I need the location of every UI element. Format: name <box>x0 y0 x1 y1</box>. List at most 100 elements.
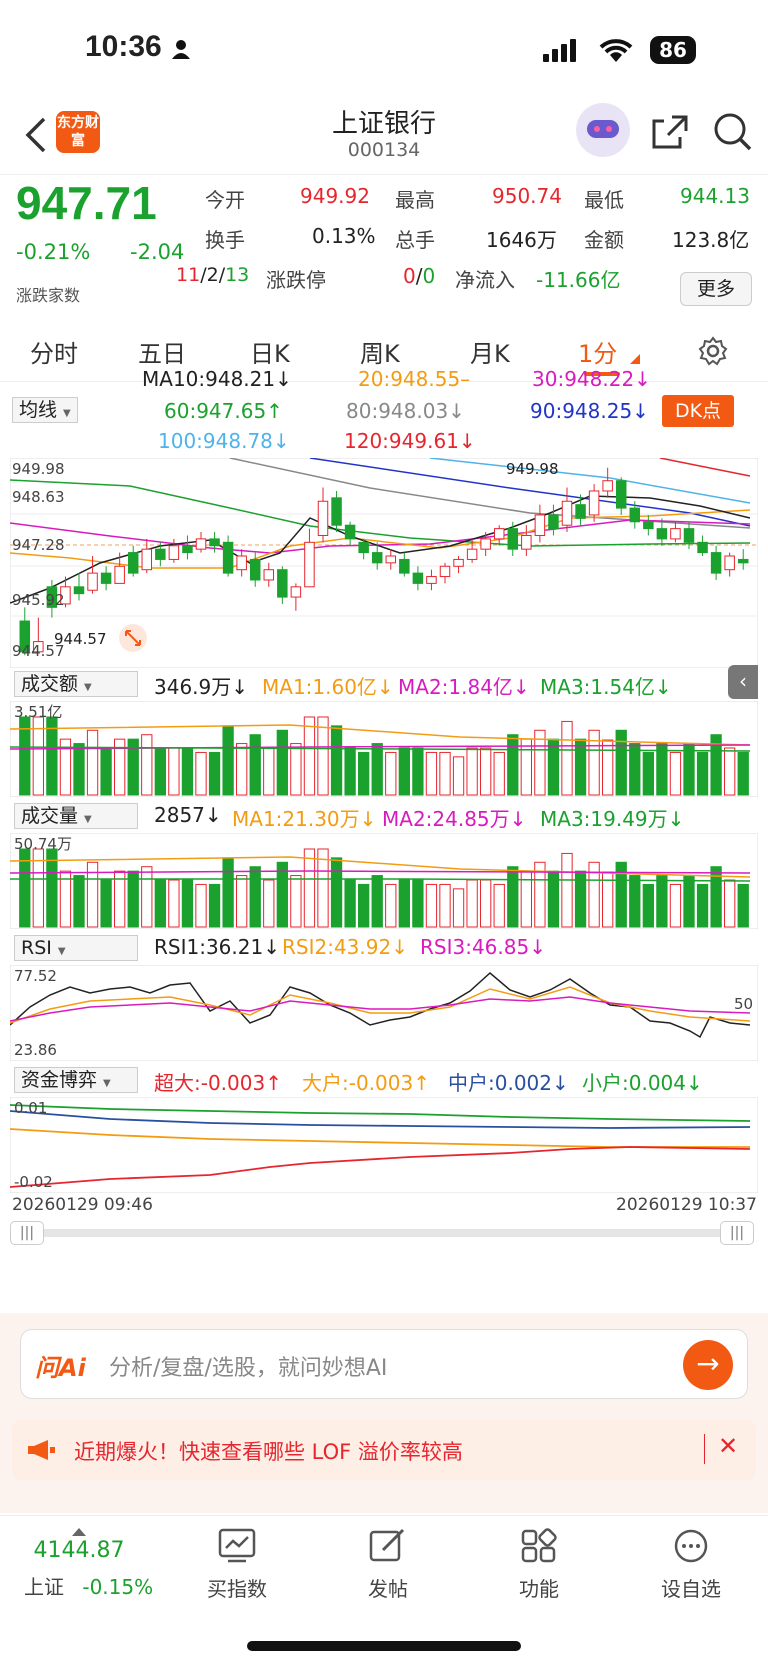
amount-ma2: MA2:1.84亿↓ <box>398 675 530 699</box>
candle <box>358 541 369 554</box>
rsi-chart[interactable]: 77.52 23.86 50 <box>10 965 758 1061</box>
ma90-label: 90:948.25↓ <box>530 399 649 423</box>
time-axis-start: 20260129 09:46 <box>12 1195 153 1215</box>
breadth-flat: 2 <box>206 264 219 286</box>
volume-bar <box>290 875 302 928</box>
low-label: 最低 <box>584 188 624 212</box>
rsi3-label: RSI3:46.85↓ <box>420 935 546 959</box>
amount-bar <box>73 743 85 796</box>
tab-intraday[interactable]: 分时 <box>30 334 78 369</box>
open-label: 今开 <box>205 188 245 212</box>
volume-bar <box>249 866 261 928</box>
candle <box>331 497 342 526</box>
volume-bar <box>683 875 695 928</box>
nav-function[interactable]: 功能 <box>484 1528 594 1602</box>
index-quote[interactable]: 4144.87 上证 -0.15% <box>24 1528 153 1600</box>
limit-up: 0 <box>403 264 416 288</box>
candle <box>304 541 315 588</box>
candle <box>168 545 180 560</box>
ma120-label: 120:949.61↓ <box>344 429 476 453</box>
close-icon[interactable]: ✕ <box>718 1432 738 1460</box>
volume-chart[interactable]: 50.74万 <box>10 833 758 929</box>
grid-icon <box>521 1528 557 1563</box>
ai-submit-button[interactable]: → <box>683 1340 733 1390</box>
candle <box>670 528 681 540</box>
change-percent: -0.21% <box>16 240 91 264</box>
volume-selector[interactable]: 成交量 ▼ <box>14 803 138 829</box>
fund-selector[interactable]: 资金博弈 ▼ <box>14 1067 138 1093</box>
volume-bar <box>385 883 397 928</box>
ai-assistant-icon[interactable] <box>576 103 630 157</box>
ma30-label: 30:948.22↓ <box>532 367 651 391</box>
amount-bar <box>249 734 261 796</box>
signal-icon <box>543 39 576 62</box>
amount-chart[interactable]: 3.51亿 <box>10 701 758 797</box>
tab-monthly[interactable]: 月K <box>470 334 510 369</box>
nav-add-watchlist[interactable]: 设自选 <box>636 1528 746 1602</box>
candle <box>602 480 613 492</box>
nav-buy-index[interactable]: 买指数 <box>182 1528 292 1602</box>
volume-bar <box>371 875 383 928</box>
settings-icon[interactable] <box>698 336 728 366</box>
rsi-axis-bottom: 23.86 <box>14 1041 57 1059</box>
ma-selector[interactable]: 均线 ▼ <box>12 397 78 423</box>
nav-function-label: 功能 <box>519 1577 559 1601</box>
amount-bar <box>195 751 207 796</box>
volume-bar <box>412 879 424 928</box>
limit-down: 0 <box>422 264 436 288</box>
more-button[interactable]: 更多 <box>680 272 752 306</box>
breadth-down: 13 <box>225 264 250 286</box>
candle <box>155 548 166 560</box>
volume-bar <box>263 879 275 928</box>
high-label: 最高 <box>395 188 435 212</box>
fund-small: 小户:0.004↓ <box>582 1071 703 1095</box>
volume-bar <box>669 883 682 928</box>
tab-1min[interactable]: 1分 <box>578 334 617 369</box>
candle <box>724 555 735 571</box>
amount-bar <box>290 743 302 796</box>
tab-weekly[interactable]: 周K <box>360 334 400 369</box>
chart-scrollbar[interactable] <box>14 1229 754 1237</box>
collapse-tab[interactable]: ‹ <box>728 665 758 699</box>
amount-bar <box>276 729 288 796</box>
breadth-up: 11 <box>176 264 201 286</box>
app-logo[interactable]: 东方财富 <box>56 111 100 153</box>
fund-chart[interactable]: 0.01 -0.02 <box>10 1097 758 1193</box>
amount-bar <box>696 751 709 796</box>
kline-chart[interactable]: 949.98 948.63 947.28 945.92 944.57 949.9… <box>10 458 758 668</box>
amount-bar <box>547 738 560 796</box>
chevron-down-icon: ▼ <box>103 1078 111 1089</box>
limit-label: 涨跌停 <box>266 268 326 292</box>
candle <box>426 576 437 584</box>
amount-selector[interactable]: 成交额 ▼ <box>14 671 138 697</box>
dk-button[interactable]: DK点 <box>662 395 734 427</box>
tab-daily[interactable]: 日K <box>250 334 290 369</box>
high-value: 950.74 <box>492 184 562 208</box>
amount-bar <box>412 747 424 796</box>
scroll-handle-left[interactable]: ||| <box>10 1221 44 1245</box>
scroll-handle-right[interactable]: ||| <box>720 1221 754 1245</box>
notice-bar[interactable]: 近期爆火！快速查看哪些 LOF 溢价率较高 ✕ <box>12 1420 756 1480</box>
back-icon[interactable] <box>24 117 48 153</box>
nav-post[interactable]: 发帖 <box>333 1528 443 1602</box>
amount-bar <box>330 725 343 796</box>
amount-bar <box>602 739 614 796</box>
clock: 10:36 <box>85 30 162 63</box>
tab-five-day[interactable]: 五日 <box>138 334 186 369</box>
time-axis-end: 20260129 10:37 <box>616 1195 757 1215</box>
home-indicator <box>247 1641 521 1651</box>
netflow-label: 净流入 <box>455 268 515 292</box>
amount-ma1: MA1:1.60亿↓ <box>262 675 394 699</box>
index-change: -0.15% <box>82 1575 154 1599</box>
arrow-right-icon: → <box>696 1347 720 1380</box>
volume-bar <box>737 883 749 928</box>
breadth-values: 11/2/13 <box>176 264 249 286</box>
rsi-selector[interactable]: RSI ▼ <box>14 935 138 961</box>
share-icon[interactable] <box>650 113 690 151</box>
volume-bar <box>493 883 505 928</box>
volume-ma2: MA2:24.85万↓ <box>382 807 527 831</box>
ai-search-bar[interactable]: 问Ai 分析/复盘/选股，就问妙想AI → <box>20 1329 748 1399</box>
amount-bar <box>615 729 627 796</box>
search-icon[interactable] <box>712 111 754 153</box>
candle <box>480 538 491 550</box>
